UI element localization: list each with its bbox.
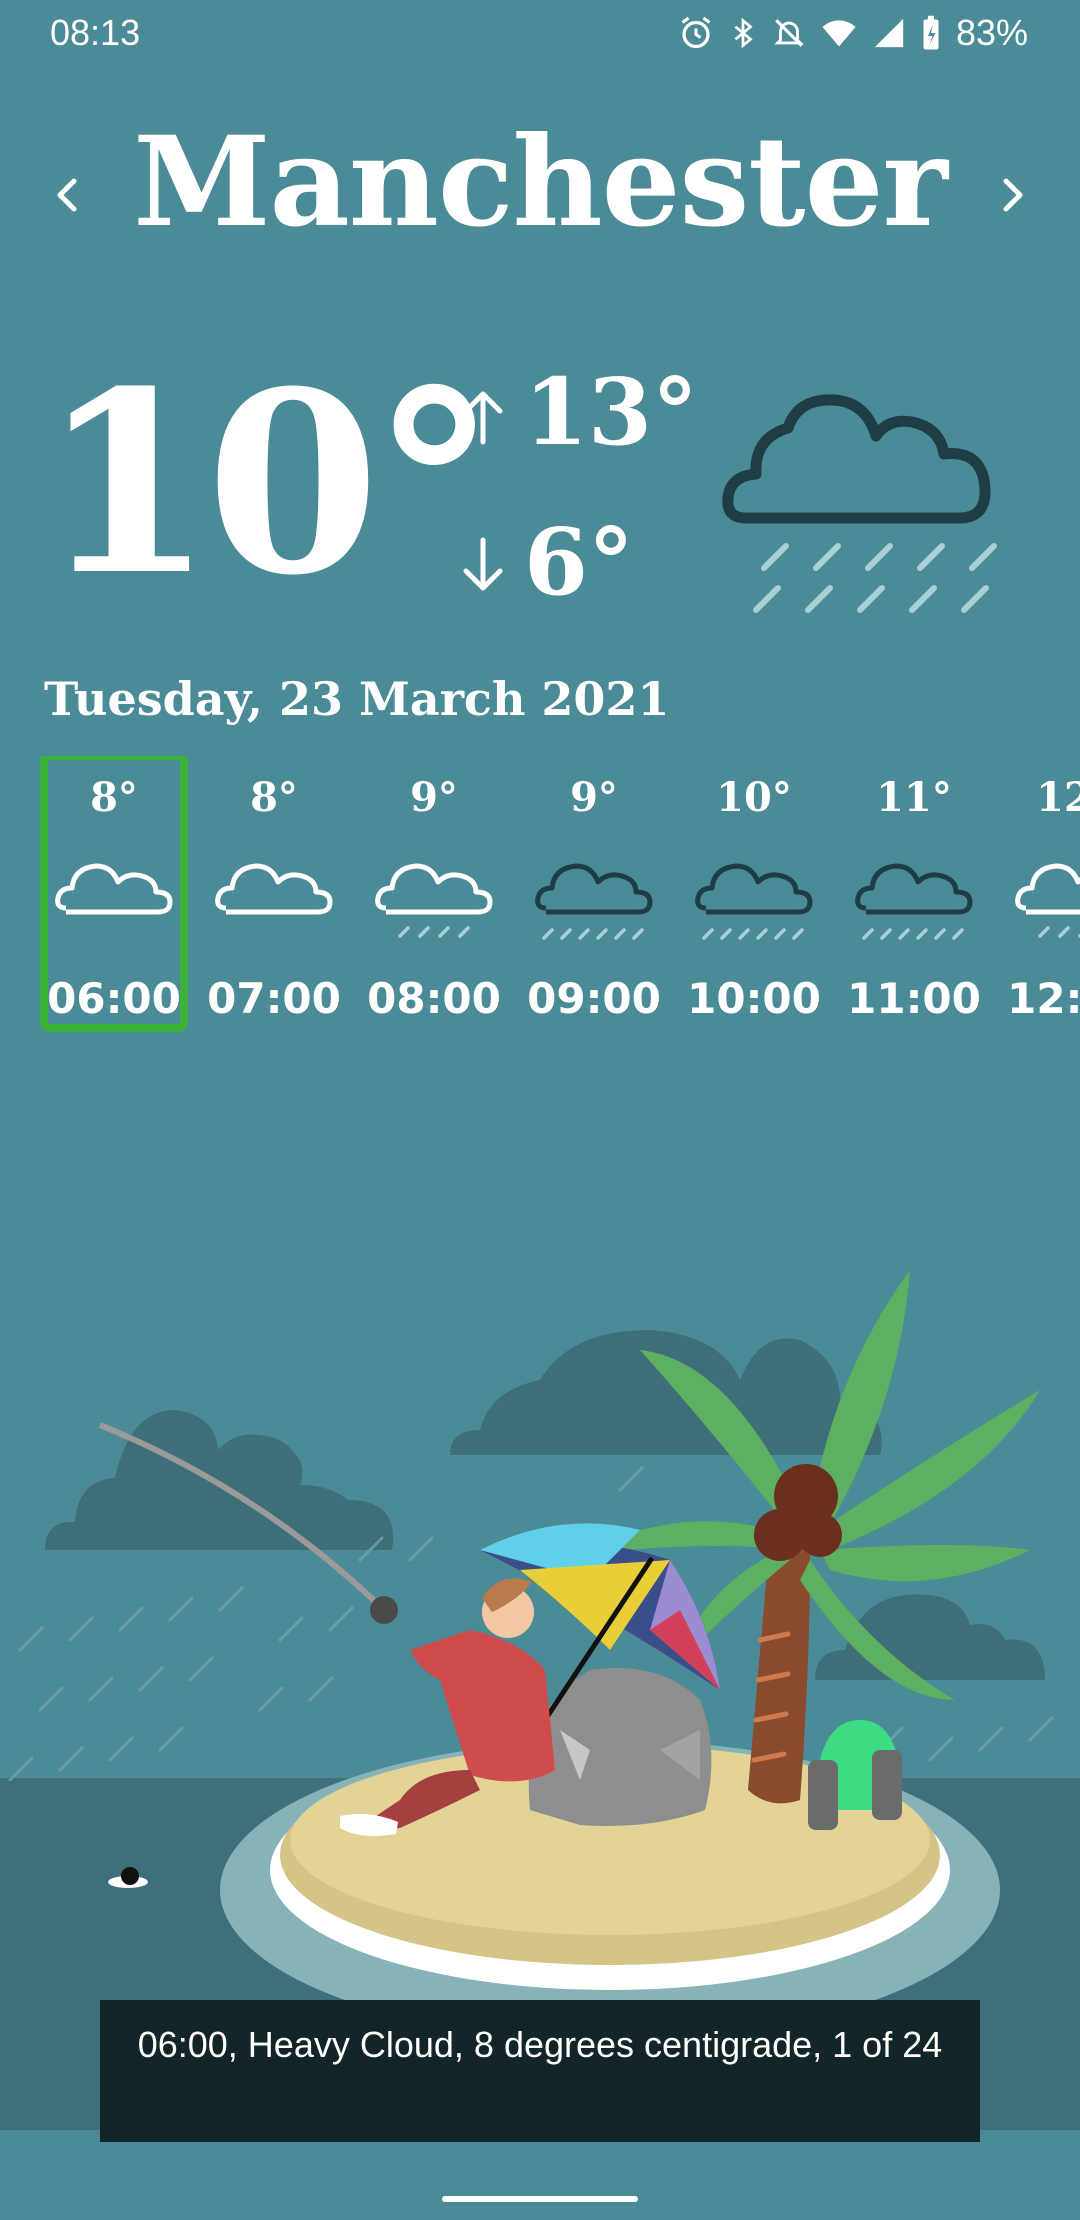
hour-item-1000[interactable]: 10° 10:00 xyxy=(684,756,824,1028)
do-not-disturb-icon xyxy=(774,19,804,47)
hour-temp: 9° xyxy=(570,774,618,821)
low-temperature-value: 6° xyxy=(524,508,635,616)
wifi-icon xyxy=(822,20,856,47)
city-name: Manchester xyxy=(133,110,948,255)
bluetooth-icon xyxy=(734,17,753,49)
cloud-icon xyxy=(55,863,173,915)
hour-temp: 9° xyxy=(410,774,458,821)
signal-icon xyxy=(874,18,904,48)
hour-time: 09:00 xyxy=(527,974,661,1023)
hour-item-0700[interactable]: 8° 07:00 xyxy=(204,756,344,1028)
hour-time: 10:00 xyxy=(687,974,821,1023)
current-temperature: 10° xyxy=(40,336,497,630)
arrow-up-icon xyxy=(463,391,503,445)
home-indicator[interactable] xyxy=(442,2196,638,2202)
status-time: 08:13 xyxy=(50,12,141,53)
hour-temp: 11° xyxy=(876,774,952,821)
accessibility-toast: 06:00, Heavy Cloud, 8 degrees centigrade… xyxy=(100,2000,980,2142)
chevron-left-icon xyxy=(57,178,77,212)
battery-icon xyxy=(923,15,939,50)
hour-temp: 8° xyxy=(250,774,298,821)
hour-temp: 8° xyxy=(90,774,138,821)
hour-item-1200[interactable]: 12° 12:00 xyxy=(1004,756,1080,1028)
previous-city-button[interactable] xyxy=(36,165,96,225)
cloud-rain-icon xyxy=(535,863,653,940)
cloud-rain-icon xyxy=(855,863,973,940)
hour-item-0900[interactable]: 9° 09:00 xyxy=(524,756,664,1028)
arrow-down-icon xyxy=(463,537,503,591)
cloud-icon xyxy=(215,863,333,915)
next-city-button[interactable] xyxy=(984,165,1044,225)
status-bar: 08:13 83% xyxy=(0,0,1080,68)
hour-item-0800[interactable]: 9° 08:00 xyxy=(364,756,504,1028)
hour-temp: 12° xyxy=(1036,774,1080,821)
cloud-rain-icon xyxy=(695,863,813,940)
city-header: Manchester xyxy=(0,110,1080,280)
hour-time: 07:00 xyxy=(207,974,341,1023)
forecast-date: Tuesday, 23 March 2021 xyxy=(44,672,670,726)
battery-percent: 83% xyxy=(955,12,1028,53)
cloud-light-rain-icon xyxy=(375,863,493,938)
hour-item-1100[interactable]: 11° 11:00 xyxy=(844,756,984,1028)
hour-temp: 10° xyxy=(716,774,792,821)
high-temperature-value: 13° xyxy=(524,358,699,466)
cloud-rain-icon xyxy=(722,394,997,613)
island-illustration xyxy=(0,1270,1080,2130)
hour-item-0600[interactable]: 8° 06:00 xyxy=(40,756,188,1032)
hourly-forecast-list[interactable]: 8° 06:00 8° 07:00 9° 08:00 9° 09:00 10° … xyxy=(0,756,1080,1036)
chevron-right-icon xyxy=(1003,178,1023,212)
hour-time: 11:00 xyxy=(847,974,981,1023)
hour-time: 06:00 xyxy=(47,974,181,1023)
hour-time: 08:00 xyxy=(367,974,501,1023)
alarm-icon xyxy=(681,16,711,49)
hour-time: 12:00 xyxy=(1007,974,1080,1023)
cloud-light-rain-icon xyxy=(1015,863,1080,938)
